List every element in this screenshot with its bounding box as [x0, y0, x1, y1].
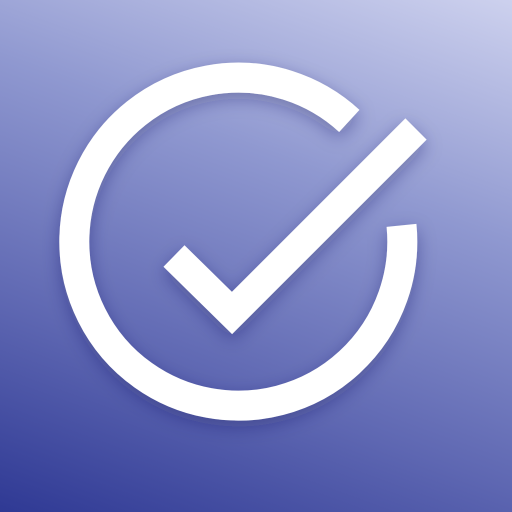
- check-circle-icon: [59, 62, 427, 421]
- check-mark: [163, 118, 427, 335]
- ring-arc: [59, 62, 418, 421]
- app-icon: [0, 0, 512, 512]
